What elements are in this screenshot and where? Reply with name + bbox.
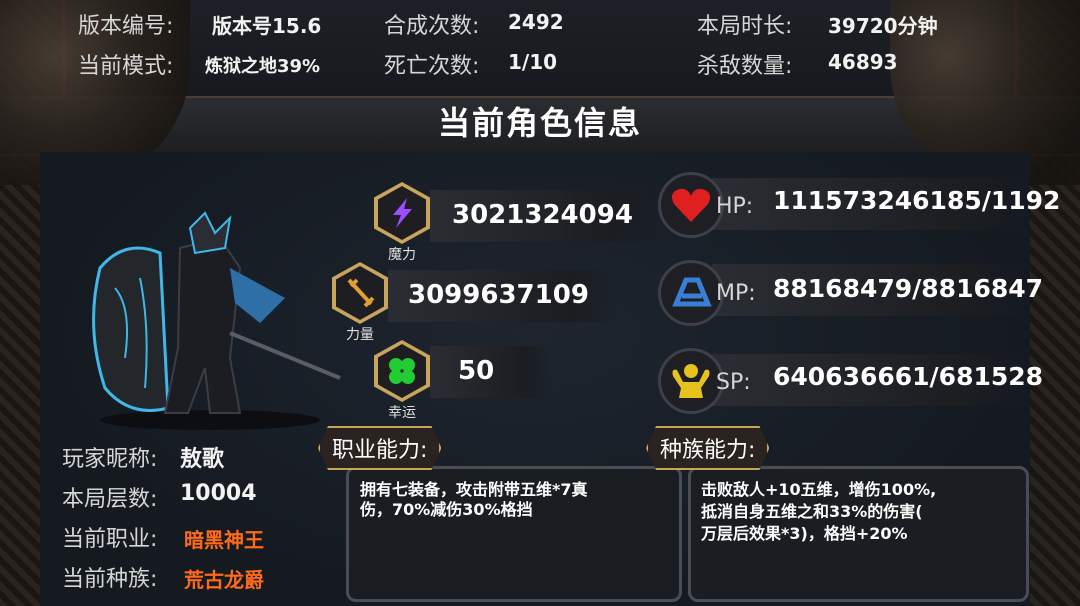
mode-value: 炼狱之地39% [205, 56, 321, 77]
class-value: 暗黑神王 [184, 528, 264, 552]
sp-value: 640636661/681528 [773, 362, 1044, 391]
page-title: 当前角色信息 [437, 104, 642, 142]
magic-label: 魔力 [388, 247, 416, 263]
hp-label: HP: [716, 194, 754, 219]
character-portrait [92, 211, 341, 430]
version-value: 版本号15.6 [212, 14, 322, 38]
hp-value: 111573246185/1192 [773, 186, 1061, 215]
kills-value: 46893 [828, 50, 898, 74]
luck-value: 50 [458, 356, 495, 386]
death-value: 1/10 [508, 50, 558, 74]
sp-label: SP: [716, 370, 751, 395]
race-ability-desc-1: 击败敌人+10五维，增伤100%, [701, 480, 937, 499]
class-ability-desc-1: 拥有七装备，攻击附带五维*7真 [360, 480, 588, 499]
floor-value: 10004 [180, 481, 257, 506]
nickname-label: 玩家昵称: [62, 447, 158, 472]
strength-value: 3099637109 [408, 280, 589, 310]
death-label: 死亡次数: [384, 54, 480, 79]
hp-icon-frame [658, 172, 724, 238]
mp-label: MP: [716, 281, 756, 306]
nickname-value: 敖歌 [180, 447, 225, 472]
race-label: 当前种族: [62, 567, 158, 592]
lightning-icon [393, 198, 412, 228]
mode-label: 当前模式: [78, 54, 174, 79]
synth-value: 2492 [508, 10, 564, 34]
duration-value: 39720分钟 [828, 14, 938, 38]
heart-icon [672, 188, 710, 222]
race-ability-desc-2: 抵消自身五维之和33%的伤害( [701, 502, 923, 521]
magic-value: 3021324094 [452, 200, 633, 230]
class-ability-tag: 职业能力: [318, 426, 441, 470]
race-ability-tag: 种族能力: [646, 426, 769, 470]
race-value: 荒古龙爵 [184, 568, 264, 592]
mp-value: 88168479/8816847 [773, 274, 1044, 303]
strength-icon [672, 364, 710, 398]
race-ability-desc-3: 万层后效果*3)，格挡+20% [701, 524, 908, 543]
kills-label: 杀敌数量: [697, 54, 793, 79]
mp-icon-frame [658, 260, 724, 326]
floor-label: 本局层数: [62, 487, 158, 512]
clover-icon [389, 358, 415, 384]
strength-label: 力量 [346, 327, 374, 343]
class-label: 当前职业: [62, 527, 158, 552]
sword-icon [347, 278, 375, 308]
synth-label: 合成次数: [384, 14, 480, 39]
duration-label: 本局时长: [697, 14, 793, 39]
sp-icon-frame [658, 348, 724, 414]
luck-label: 幸运 [388, 405, 416, 421]
mana-icon [672, 277, 712, 307]
version-label: 版本编号: [78, 14, 174, 39]
class-ability-desc-2: 伤，70%减伤30%格挡 [360, 500, 533, 519]
